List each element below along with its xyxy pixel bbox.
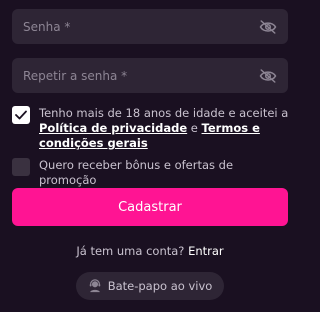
- live-chat-button[interactable]: Bate-papo ao vivo: [76, 272, 224, 300]
- login-prompt: Já tem uma conta? Entrar: [0, 244, 300, 258]
- terms-consent-row: Tenho mais de 18 anos de idade e aceitei…: [12, 106, 292, 151]
- support-agent-icon: [89, 279, 100, 293]
- eye-off-icon[interactable]: [248, 58, 288, 93]
- promo-label: Quero receber bônus e ofertas de promoçã…: [39, 158, 234, 187]
- terms-label: Tenho mais de 18 anos de idade e aceitei…: [39, 106, 292, 151]
- login-question: Já tem uma conta?: [76, 244, 189, 258]
- repeat-password-field-wrapper: [12, 58, 288, 93]
- eye-off-icon[interactable]: [248, 9, 288, 44]
- terms-checkbox[interactable]: [12, 106, 30, 124]
- signup-form: Tenho mais de 18 anos de idade e aceitei…: [0, 0, 300, 312]
- privacy-policy-link[interactable]: Política de privacidade: [39, 121, 187, 135]
- register-button[interactable]: Cadastrar: [12, 188, 288, 226]
- live-chat-label: Bate-papo ao vivo: [107, 279, 213, 293]
- password-field-wrapper: [12, 9, 288, 44]
- repeat-password-input[interactable]: [12, 58, 248, 93]
- terms-text: Tenho mais de 18 anos de idade e aceitei…: [39, 106, 289, 120]
- checkmark-icon: [15, 110, 27, 120]
- password-input[interactable]: [12, 9, 248, 44]
- terms-and-text: e: [187, 121, 202, 135]
- promo-consent-row: Quero receber bônus e ofertas de promoçã…: [12, 158, 292, 188]
- promo-checkbox[interactable]: [12, 158, 30, 176]
- login-link[interactable]: Entrar: [188, 244, 224, 258]
